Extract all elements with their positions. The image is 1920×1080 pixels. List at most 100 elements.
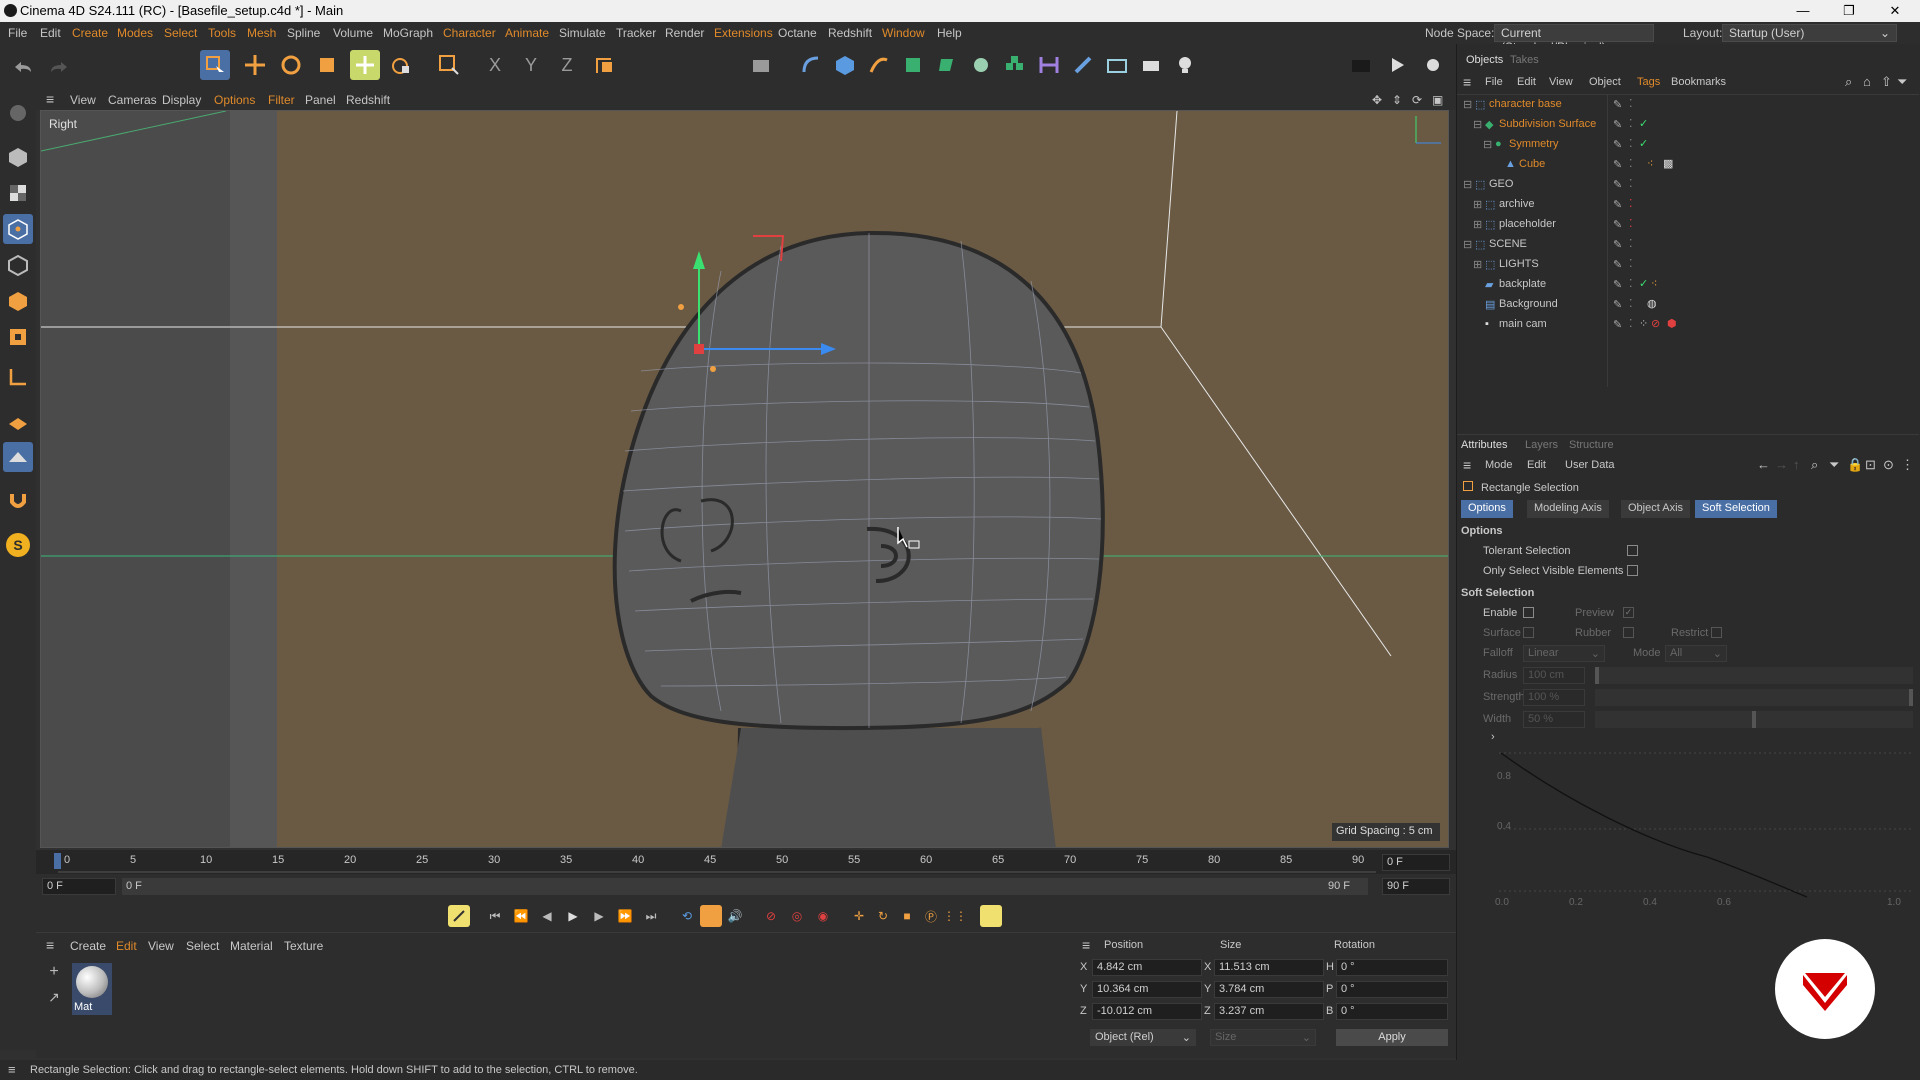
edges-mode-icon[interactable] [3,250,33,280]
menu-mograph[interactable]: MoGraph [383,26,433,40]
falloff-curve-graph[interactable]: 0.8 0.4 0.0 0.2 0.4 0.6 1.0 [1487,741,1915,911]
start-frame-field[interactable]: 0 F [42,878,116,895]
object-row-background[interactable]: ▤ Background ✎ ⁚ ◍ [1457,295,1917,315]
material-swatch-mat[interactable]: Mat [72,963,112,1015]
undo-button[interactable] [8,52,38,82]
visibility-dots-icon[interactable]: ⁚ [1629,237,1633,250]
settings-icon[interactable]: ⊙ [1883,457,1894,473]
expand-icon[interactable]: ⊟ [1463,98,1472,111]
position-x-field[interactable]: 4.842 cm [1092,959,1202,976]
subtab-soft-selection[interactable]: Soft Selection [1695,500,1777,518]
axis-mode-icon[interactable] [3,362,33,392]
tolerant-selection-checkbox[interactable] [1627,545,1638,556]
materials-menu-select[interactable]: Select [186,939,219,953]
object-row-archive[interactable]: ⊞ ⬚ archive ✎ ⁚ [1457,195,1917,215]
size-z-field[interactable]: 3.237 cm [1214,1003,1324,1020]
hamburger-icon[interactable]: ≡ [8,1062,16,1077]
scale-tool-icon[interactable] [312,50,342,80]
instance-icon[interactable] [1034,50,1064,80]
visibility-dots-red-icon[interactable]: ⁚ [1629,217,1633,230]
restrict-checkbox[interactable] [1711,627,1722,638]
expand-icon[interactable]: ⊞ [1473,218,1482,231]
lock-icon[interactable]: 🔒 [1847,457,1863,473]
rotation-p-field[interactable]: 0 ° [1336,981,1448,998]
subtab-modeling-axis[interactable]: Modeling Axis [1527,500,1609,518]
rectangle-selection-tool[interactable] [200,50,230,80]
light-icon[interactable] [1170,50,1200,80]
filter-icon[interactable]: ⏷ [1829,457,1839,473]
visibility-dots-icon[interactable]: ⁚ [1629,257,1633,270]
keyframe-record-icon[interactable] [448,905,470,927]
attributes-menu-edit[interactable]: Edit [1527,459,1546,471]
render-region-icon[interactable] [1346,50,1376,80]
camera-icon[interactable] [1136,50,1166,80]
move-tool-icon[interactable] [240,50,270,80]
object-row-lights[interactable]: ⊞ ⬚ LIGHTS ✎ ⁚ [1457,255,1917,275]
attributes-menu-mode[interactable]: Mode [1485,459,1513,471]
size-x-field[interactable]: 11.513 cm [1214,959,1324,976]
coordinate-system-icon[interactable] [590,50,620,80]
frame-range-slider[interactable]: 0 F 90 F [122,878,1368,895]
strength-field[interactable]: 100 % [1523,689,1585,706]
size-y-field[interactable]: 3.784 cm [1214,981,1324,998]
coordinate-mode-dropdown[interactable]: Object (Rel) ⌄ [1090,1029,1196,1046]
width-slider[interactable] [1595,711,1913,728]
edit-visibility-icon[interactable]: ✎ [1613,138,1622,151]
strength-slider[interactable] [1595,689,1913,706]
layout-dropdown[interactable]: Startup (User) ⌄ [1722,24,1897,42]
snap-magnet-icon[interactable] [3,486,33,516]
search-icon[interactable]: ⌕ [1845,74,1852,90]
materials-menu-create[interactable]: Create [70,939,106,953]
current-frame-field[interactable]: 0 F [1382,854,1450,871]
viewport-rotate-icon[interactable]: ⟳ [1412,93,1422,107]
subtab-object-axis[interactable]: Object Axis [1621,500,1691,518]
menu-animate[interactable]: Animate [505,26,549,40]
viewport-toggle-icon[interactable]: ▣ [1432,93,1443,107]
forward-arrow-icon[interactable]: → [1775,457,1788,472]
frame-rate-icon[interactable] [700,905,722,927]
object-row-subdivision-surface[interactable]: ⊟ ◆ Subdivision Surface ✎ ⁚ ✓ [1457,115,1917,135]
objects-menu-tags[interactable]: Tags [1637,76,1660,88]
tag-icon[interactable]: ⁖ [1651,277,1657,290]
edit-visibility-icon[interactable]: ✎ [1613,198,1622,211]
record-active-icon[interactable]: ⊘ [760,905,782,927]
key-position-icon[interactable]: ✛ [848,905,870,927]
menu-redshift[interactable]: Redshift [828,26,872,40]
enabled-check-icon[interactable]: ✓ [1639,117,1648,130]
viewport-menu-options[interactable]: Options [214,93,255,107]
edit-visibility-icon[interactable]: ✎ [1613,98,1622,111]
render-settings-icon[interactable] [1418,50,1448,80]
hamburger-icon[interactable]: ≡ [1463,457,1471,473]
compositing-tag-icon[interactable]: ⊘ [1651,317,1660,330]
object-row-scene[interactable]: ⊟ ⬚ SCENE ✎ ⁚ [1457,235,1917,255]
snapping-grid-icon[interactable] [3,442,33,472]
redo-button[interactable] [44,52,74,82]
go-to-start-icon[interactable]: ⏮ [484,905,506,927]
object-row-main-cam[interactable]: ▪ main cam ✎ ⁚ ⁘ ⊘ ⬢ [1457,315,1917,335]
menu-create[interactable]: Create [72,26,108,40]
menu-render[interactable]: Render [665,26,704,40]
viewport-menu-cameras[interactable]: Cameras [108,93,157,107]
menu-tracker[interactable]: Tracker [616,26,656,40]
width-field[interactable]: 50 % [1523,711,1585,728]
materials-menu-texture[interactable]: Texture [284,939,323,953]
live-selection-icon[interactable] [350,50,380,80]
position-z-field[interactable]: -10.012 cm [1092,1003,1202,1020]
menu-extensions[interactable]: Extensions [714,26,773,40]
x-axis-lock-icon[interactable]: X [480,50,510,80]
scripts-s-icon[interactable]: S [3,530,33,560]
rubber-checkbox[interactable] [1623,627,1634,638]
surface-checkbox[interactable] [1523,627,1534,638]
strength-slider-thumb[interactable] [1909,689,1913,706]
object-row-geo[interactable]: ⊟ ⬚ GEO ✎ ⁚ [1457,175,1917,195]
tab-takes[interactable]: Takes [1503,52,1546,70]
render-view-icon[interactable] [746,50,776,80]
material-arrow-icon[interactable]: ↗ [44,989,64,1009]
edit-visibility-icon[interactable]: ✎ [1613,278,1622,291]
enabled-check-icon[interactable]: ✓ [1639,277,1648,290]
points-mode-icon[interactable] [3,214,33,244]
loop-icon[interactable]: ⟲ [676,905,698,927]
cube-tool-icon[interactable] [386,50,416,80]
expand-icon[interactable]: ⊟ [1463,238,1472,251]
radius-slider-thumb[interactable] [1595,667,1599,684]
